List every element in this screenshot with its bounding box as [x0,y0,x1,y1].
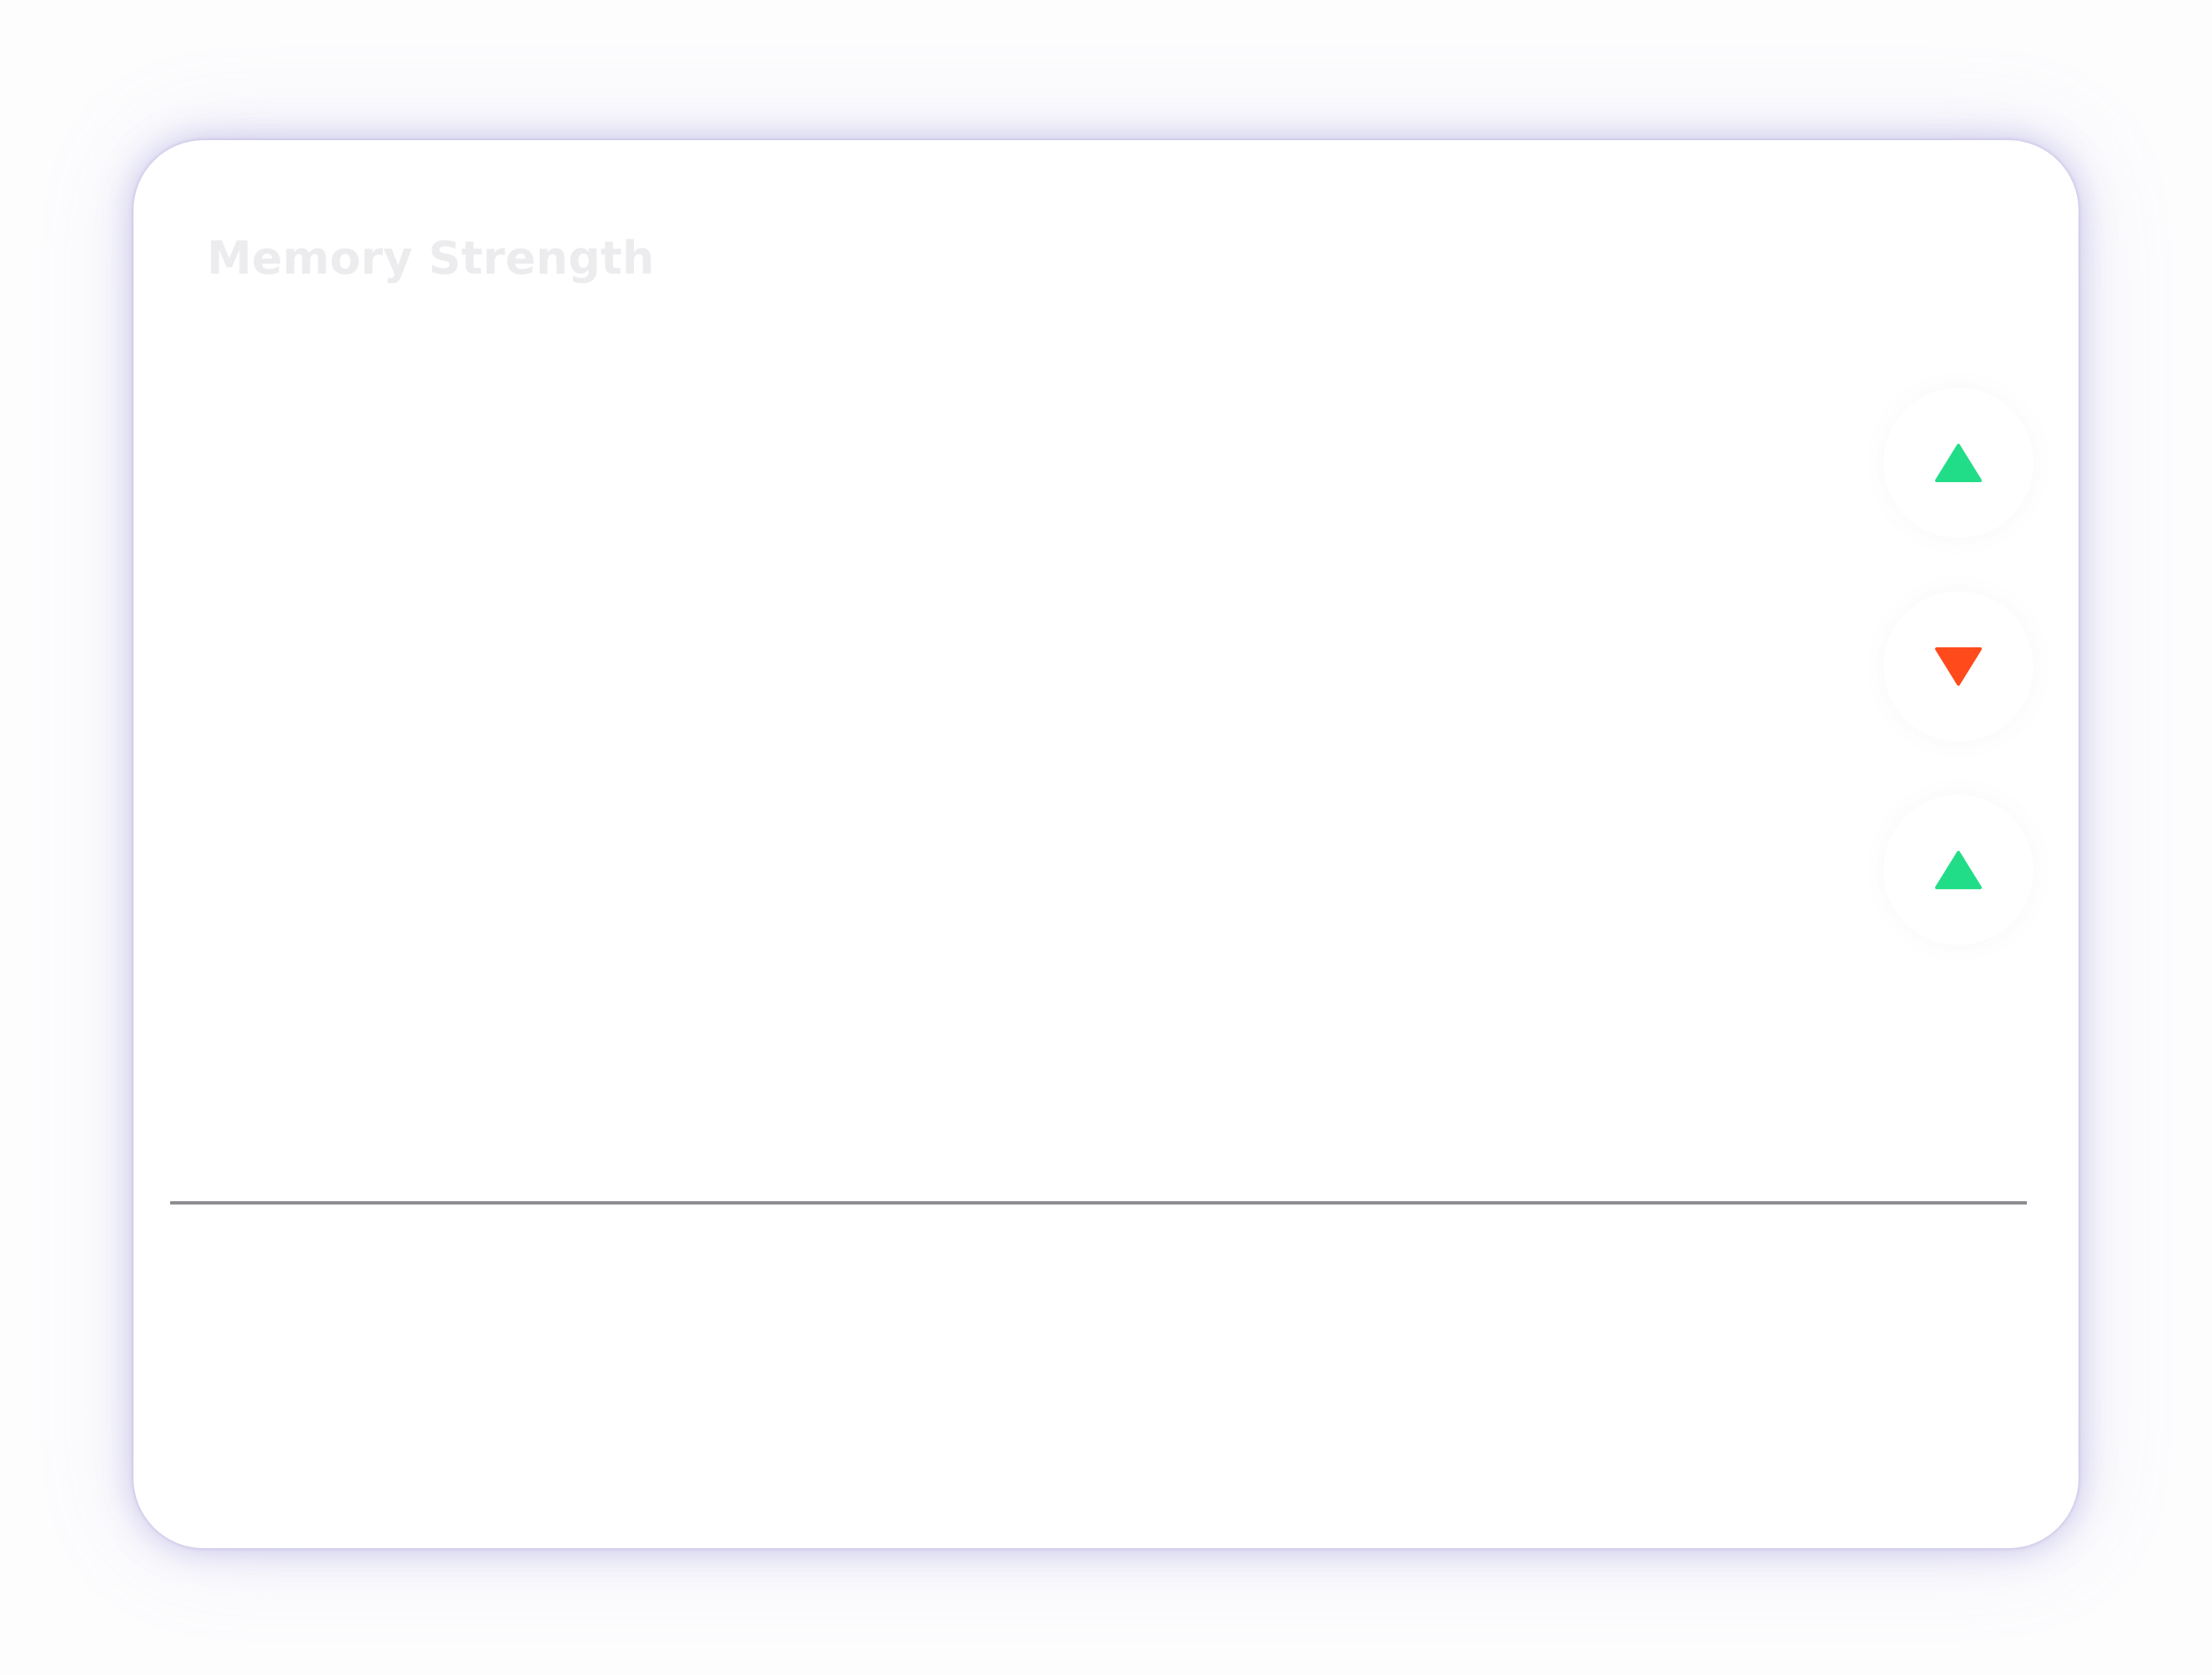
triangle-up-shape [1935,444,1982,482]
triangle-up-icon [1935,444,1982,482]
page-stage: Memory Strength [0,0,2212,1675]
triangle-down-shape [1935,647,1982,686]
triangle-up-icon [1935,851,1982,889]
memory-strength-card: Memory Strength [133,140,2079,1548]
chart-baseline [170,1201,2027,1205]
triangle-down-icon [1935,647,1982,686]
triangle-up-shape [1935,851,1982,889]
trend-indicator-up [1883,795,2034,945]
trend-indicator-up [1883,388,2034,538]
trend-indicator-down [1883,591,2034,742]
card-title: Memory Strength [207,232,655,284]
